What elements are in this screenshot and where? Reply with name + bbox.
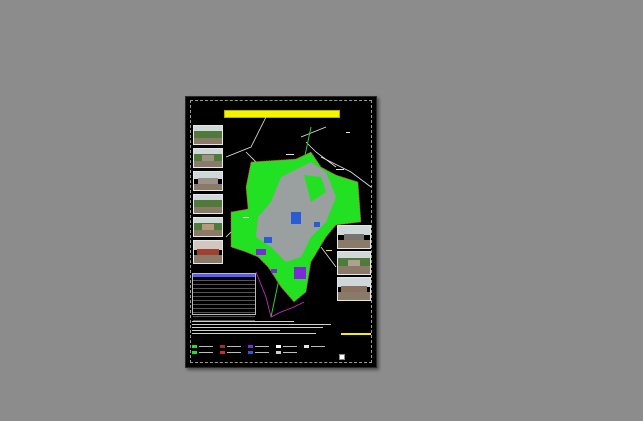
purple-zone-3	[294, 267, 306, 279]
blue-zone-2	[264, 237, 272, 243]
blue-zone-1	[291, 212, 301, 224]
purple-zone-1	[256, 249, 266, 255]
purple-zone-2	[271, 269, 277, 273]
north-arrow-icon	[339, 354, 345, 360]
road-nw	[225, 116, 267, 158]
map-label-1	[286, 154, 294, 155]
road-n-link	[245, 151, 257, 163]
map-label-2	[336, 169, 344, 170]
map-label-3	[243, 217, 249, 218]
notes-block	[192, 319, 338, 339]
map-legend	[192, 345, 332, 361]
map-label-4	[346, 132, 350, 133]
statistics-table	[192, 273, 256, 321]
road-ne	[300, 126, 327, 138]
map-label-5	[326, 250, 332, 251]
blue-zone-3	[314, 222, 320, 227]
scale-bar	[341, 333, 371, 335]
drawing-sheet[interactable]	[185, 96, 377, 368]
